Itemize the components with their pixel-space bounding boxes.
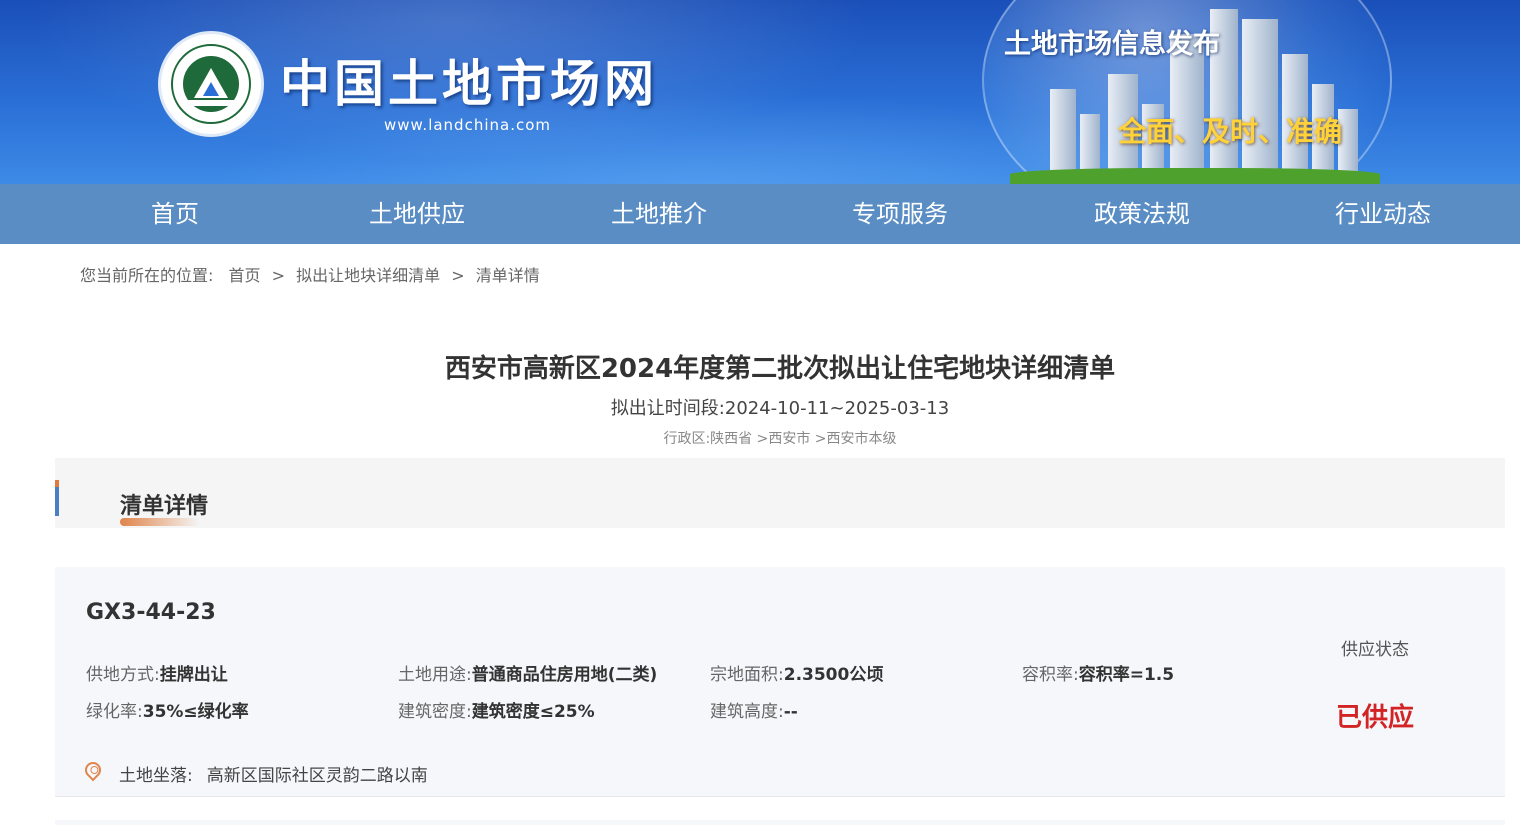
location-pin-icon [81,758,105,782]
nav-item-land-supply[interactable]: 土地供应 [317,184,517,244]
period-text: 拟出让时间段:2024-10-11~2025-03-13 [610,398,950,419]
logo-base [187,100,235,106]
next-card-edge [55,820,1505,825]
parcel-card: GX3-44-23 供地方式:挂牌出让 土地用途:普通商品住房用地(二类) 宗地… [55,567,1505,797]
field-label: 土地用途: [398,665,472,685]
nav-item-home[interactable]: 首页 [75,184,275,244]
field-value: 建筑密度≤25% [471,702,595,722]
field-value: 容积率=1.5 [1078,665,1175,685]
breadcrumb-list-link[interactable]: 拟出让地块详细清单 [296,266,440,285]
breadcrumb-separator: > [451,266,465,285]
field-value: 挂牌出让 [159,665,228,685]
nav-item-industry-news[interactable]: 行业动态 [1283,184,1483,244]
section-accent-bar [55,480,59,516]
supply-status-label: 供应状态 [1341,640,1409,660]
breadcrumb-current: 清单详情 [475,266,540,285]
field-building-height: 建筑高度:-- [710,697,798,722]
field-value: 35%≤绿化率 [142,702,249,722]
field-plot-ratio: 容积率:容积率=1.5 [1022,660,1174,685]
field-value: 2.3500公顷 [783,665,884,685]
banner-slogan-tagline: 全面、及时、准确 [1118,115,1343,148]
supply-status-badge: 已供应 [1336,703,1415,733]
logo-inner-triangle-icon [203,82,219,96]
nav-item-special-services[interactable]: 专项服务 [800,184,1000,244]
field-label: 宗地面积: [710,665,784,685]
site-logo[interactable] [158,31,264,137]
breadcrumb: 您当前所在的位置: 首页 > 拟出让地块详细清单 > 清单详情 [80,262,540,286]
section-header: 清单详情 [55,458,1505,528]
breadcrumb-separator: > [271,266,286,285]
field-area: 宗地面积:2.3500公顷 [710,660,883,685]
parcel-code: GX3-44-23 [86,600,216,625]
field-label: 供地方式: [86,665,160,685]
field-label: 绿化率: [86,702,143,722]
location-value: 高新区国际社区灵韵二路以南 [206,766,428,786]
grass-graphic [1010,168,1380,184]
field-land-use: 土地用途:普通商品住房用地(二类) [398,660,657,685]
section-title: 清单详情 [120,494,209,519]
site-url: www.landchina.com [384,116,552,134]
site-title: 中国土地市场网 [280,54,658,113]
parcel-location: 土地坐落: 高新区国际社区灵韵二路以南 [119,761,428,786]
field-green-ratio: 绿化率:35%≤绿化率 [86,697,249,722]
site-banner: 中国土地市场网 www.landchina.com 土地市场信息发布 全面、及时… [0,0,1520,184]
page-title: 西安市高新区2024年度第二批次拟出让住宅地块详细清单 [444,354,1116,384]
banner-slogan-title: 土地市场信息发布 [1004,29,1220,60]
location-label: 土地坐落: [119,766,193,786]
section-underline [120,518,200,526]
nav-item-land-promotion[interactable]: 土地推介 [559,184,759,244]
field-value: 普通商品住房用地(二类) [471,665,658,685]
field-value: -- [783,702,798,722]
breadcrumb-prefix: 您当前所在的位置: [80,266,214,285]
field-building-density: 建筑密度:建筑密度≤25% [398,697,595,722]
field-supply-method: 供地方式:挂牌出让 [86,660,228,685]
field-label: 建筑高度: [710,702,784,722]
field-label: 建筑密度: [398,702,472,722]
breadcrumb-home-link[interactable]: 首页 [229,266,261,285]
main-nav: 首页 土地供应 土地推介 专项服务 政策法规 行业动态 [0,184,1520,244]
region-text: 行政区:陕西省 >西安市 >西安市本级 [663,431,897,447]
nav-item-policies[interactable]: 政策法规 [1042,184,1242,244]
field-label: 容积率: [1022,665,1079,685]
